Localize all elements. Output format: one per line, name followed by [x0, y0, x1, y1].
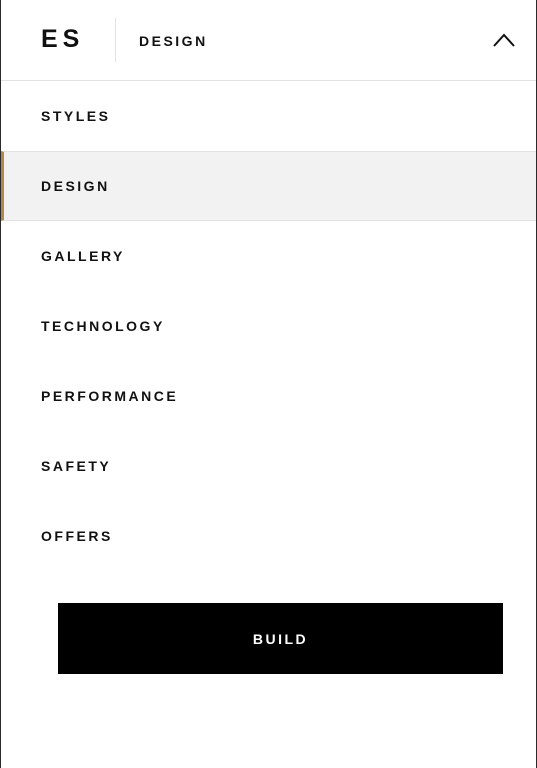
nav-item-gallery[interactable]: GALLERY: [1, 221, 536, 291]
nav-item-label: OFFERS: [41, 528, 113, 544]
nav-item-label: TECHNOLOGY: [41, 318, 165, 334]
navigation-panel: ES DESIGN STYLES DESIGN GALLERY TECHNOLO…: [0, 0, 537, 768]
nav-item-performance[interactable]: PERFORMANCE: [1, 361, 536, 431]
section-nav: STYLES DESIGN GALLERY TECHNOLOGY PERFORM…: [1, 81, 536, 571]
nav-header: ES DESIGN: [1, 0, 536, 81]
build-button-label: BUILD: [252, 630, 309, 647]
nav-item-label: GALLERY: [41, 248, 125, 264]
build-button[interactable]: BUILD: [58, 603, 503, 674]
collapse-menu-button[interactable]: [490, 26, 518, 54]
chevron-up-icon: [493, 33, 515, 47]
header-divider: [115, 18, 116, 62]
current-section-title: DESIGN: [139, 33, 208, 49]
nav-item-styles[interactable]: STYLES: [1, 81, 536, 151]
nav-item-label: DESIGN: [41, 178, 110, 194]
nav-item-offers[interactable]: OFFERS: [1, 501, 536, 571]
nav-item-safety[interactable]: SAFETY: [1, 431, 536, 501]
nav-item-label: SAFETY: [41, 458, 112, 474]
nav-item-label: PERFORMANCE: [41, 388, 179, 404]
brand-logo[interactable]: ES: [41, 24, 84, 54]
nav-item-label: STYLES: [41, 108, 111, 124]
nav-item-technology[interactable]: TECHNOLOGY: [1, 291, 536, 361]
nav-item-design[interactable]: DESIGN: [1, 151, 536, 221]
